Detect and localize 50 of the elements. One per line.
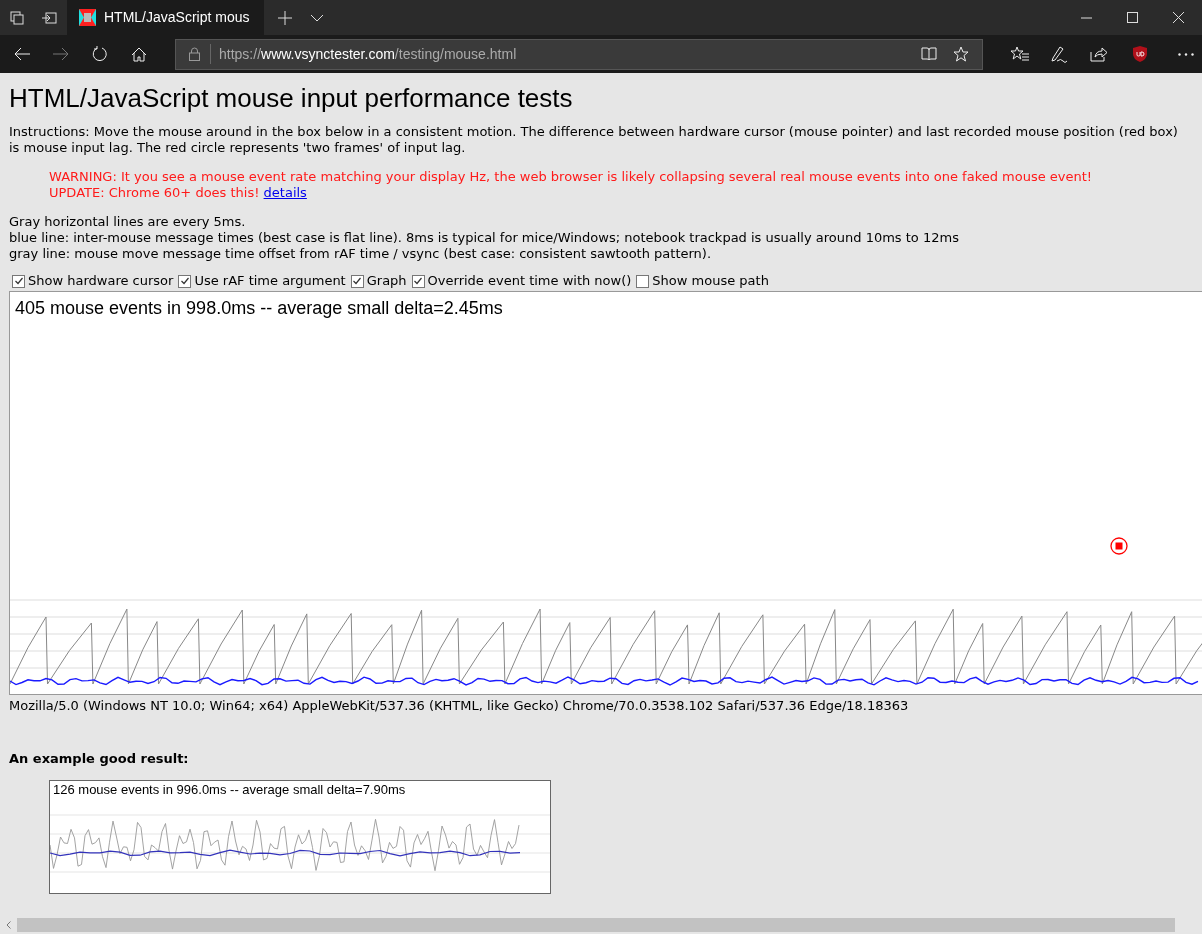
user-agent-text: Mozilla/5.0 (Windows NT 10.0; Win64; x64) AppleWebKit/537.36 (KHTML, like Gecko) Chrome/70.0.3538.102 Safari/537.36 Edge/18.18363 — [9, 697, 910, 715]
chevron-down-icon[interactable] — [310, 13, 324, 22]
note-text: Gray horizontal lines are every 5ms. — [9, 214, 247, 230]
option-label: Show hardware cursor — [28, 272, 174, 291]
checkbox[interactable] — [12, 274, 25, 288]
instructions-text: Instructions: Move the mouse around in the box below in a consistent motion. The difference between hardware cursor (mouse pointer) and last recorded mouse position (red box) is mouse input lag. The red circle represents 'two frames' of input lag. — [9, 124, 1179, 156]
warning-text: WARNING: It you see a mouse event rate matching your display Hz, the web browser is likely collapsing several real mouse events into one faked mouse event! — [49, 169, 1094, 185]
mouse-test-area[interactable]: 405 mouse events in 998.0ms -- average small delta=2.45ms — [9, 291, 1202, 695]
checkbox[interactable] — [350, 274, 364, 288]
checkbox[interactable] — [636, 274, 650, 288]
share-icon[interactable] — [1090, 46, 1108, 62]
example-summary: 126 mouse events in 996.0ms -- average small delta=7.90ms — [53, 782, 406, 798]
update-text: UPDATE: Chrome 60+ does this! details — [49, 185, 308, 201]
lock-icon — [189, 47, 200, 61]
note-text: gray line: mouse move message time offset from rAF time / vsync (best case: consistent sawtooth pattern). — [9, 246, 713, 262]
graph-summary: 405 mouse events in 998.0ms -- average small delta=2.45ms — [15, 297, 503, 319]
example-heading: An example good result: — [9, 749, 190, 768]
forward-arrow-icon[interactable] — [53, 47, 69, 61]
back-arrow-icon[interactable] — [14, 47, 30, 61]
page-title: HTML/JavaScript mouse input performance tests — [9, 83, 574, 113]
note-text: blue line: inter-mouse message times (best case is flat line). 8ms is typical for mice/Windows; notebook trackpad is usually around 10ms to 12ms — [9, 230, 960, 246]
reading-view-icon[interactable] — [921, 47, 937, 61]
option-label: Graph — [366, 272, 407, 291]
address-bar[interactable]: https://www.vsynctester.com/testing/mouse.html — [175, 38, 983, 70]
maximize-icon[interactable] — [1127, 12, 1138, 23]
shield-icon[interactable] — [1133, 46, 1147, 62]
home-icon[interactable] — [131, 46, 147, 62]
checkbox[interactable] — [411, 274, 425, 288]
scroll-left-icon[interactable] — [6, 921, 11, 929]
url-text: https://www.vsynctester.com/testing/mouse.html — [219, 44, 517, 64]
checkbox[interactable] — [178, 274, 192, 288]
browser-tab[interactable]: HTML/JavaScript mous — [67, 0, 264, 35]
details-link[interactable]: details — [263, 185, 307, 200]
option-label: Show mouse path — [652, 272, 769, 291]
favicon-icon — [79, 9, 96, 26]
minimize-icon[interactable] — [1081, 16, 1092, 19]
option-label: Override event time with now() — [427, 272, 632, 291]
tab-title: HTML/JavaScript mous — [104, 8, 250, 27]
favorites-list-icon[interactable] — [1011, 46, 1029, 62]
more-icon[interactable] — [1178, 52, 1194, 56]
refresh-icon[interactable] — [92, 46, 108, 62]
star-icon[interactable] — [953, 46, 969, 62]
target-circle-icon — [1110, 537, 1128, 555]
new-tab-icon[interactable] — [278, 10, 292, 25]
scrollbar-thumb[interactable] — [17, 918, 1175, 932]
option-label: Use rAF time argument — [194, 272, 346, 291]
close-window-icon[interactable] — [1173, 12, 1184, 23]
pen-icon[interactable] — [1051, 45, 1068, 63]
tabs-aside-icon[interactable] — [41, 11, 57, 24]
tabs-overview-icon[interactable] — [10, 10, 24, 25]
